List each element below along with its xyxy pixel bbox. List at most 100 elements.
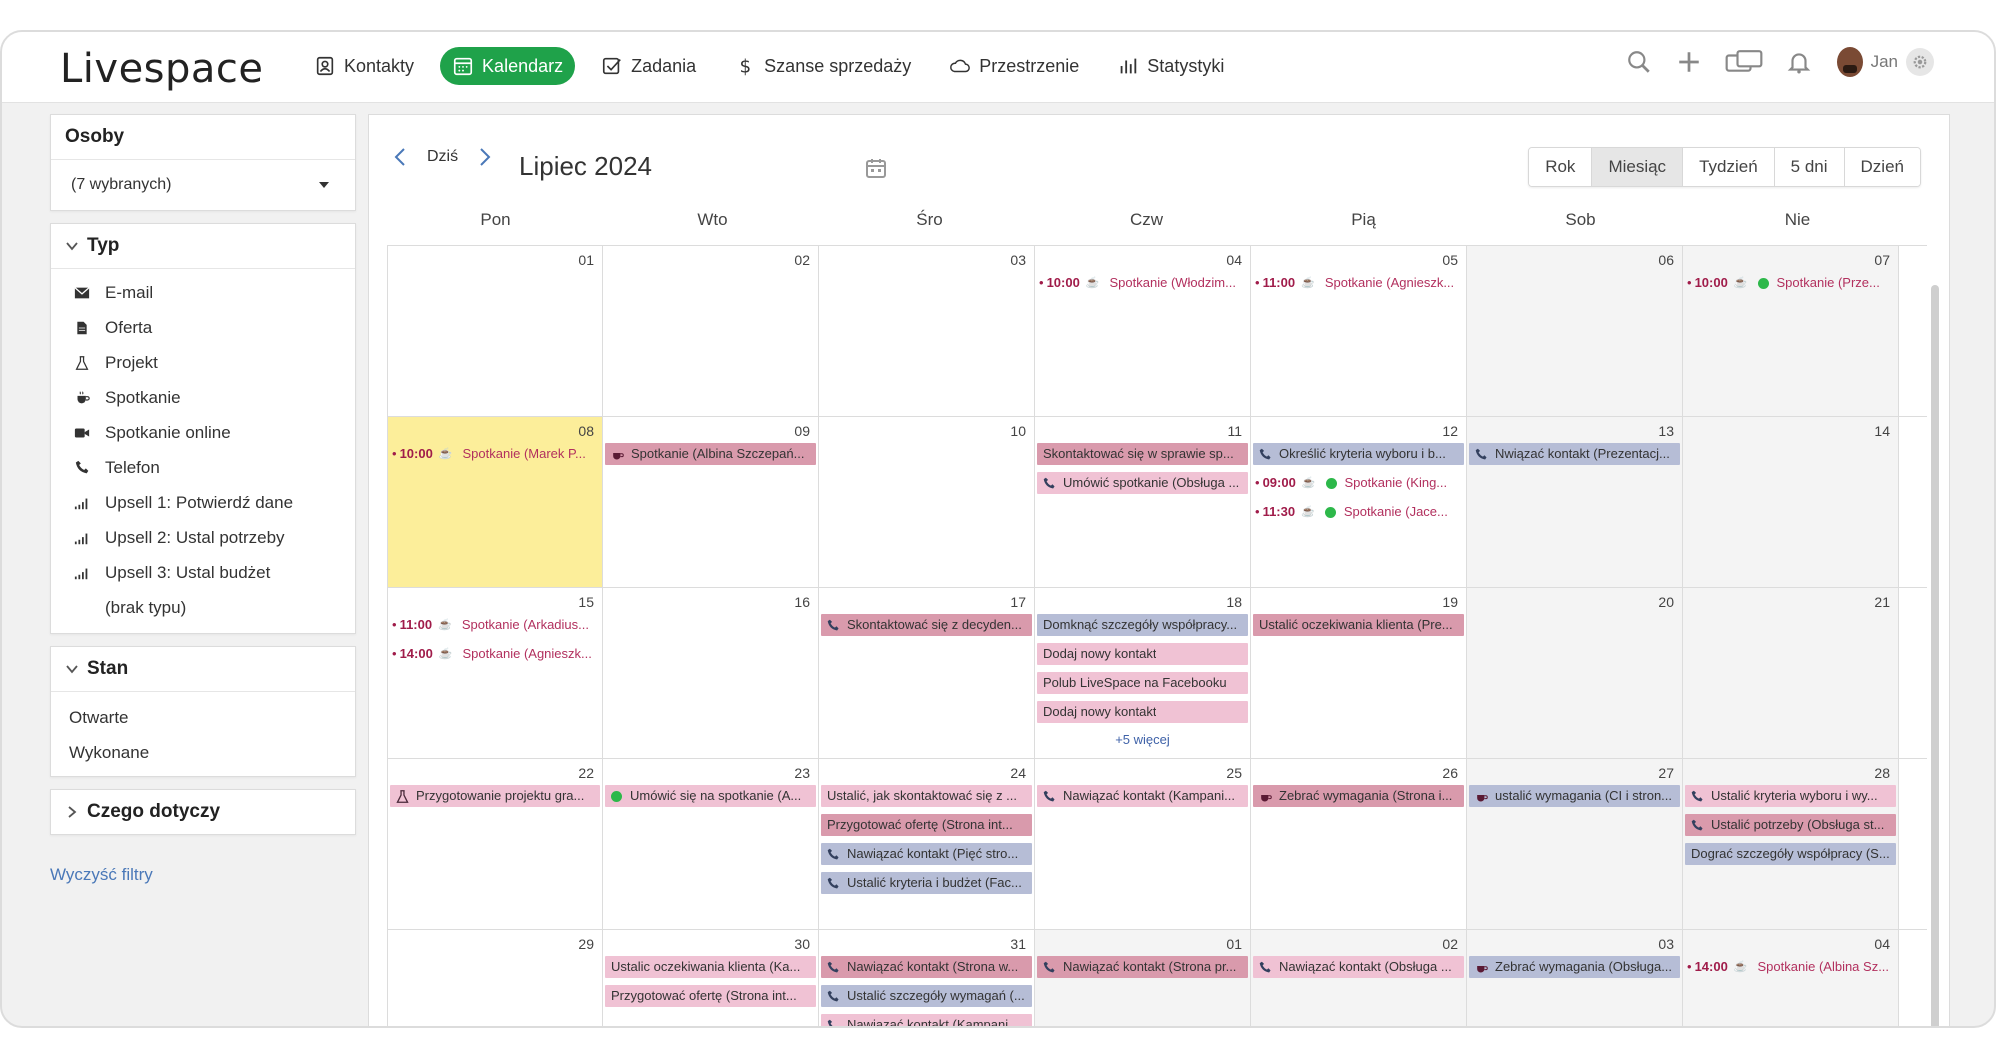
day-number[interactable]: 28 bbox=[1874, 765, 1890, 781]
search-icon[interactable] bbox=[1623, 46, 1655, 78]
day-number[interactable]: 09 bbox=[794, 423, 810, 439]
timed-event[interactable]: • 11:00 ☕ Spotkanie (Agnieszk... bbox=[1253, 272, 1464, 294]
view-button[interactable]: Rok bbox=[1529, 148, 1593, 186]
day-cell[interactable]: 12 Określić kryteria wyboru i b... • 09:00 ☕… bbox=[1251, 417, 1467, 587]
calendar-event[interactable]: Przygotować ofertę (Strona int... bbox=[605, 985, 816, 1007]
day-number[interactable]: 12 bbox=[1442, 423, 1458, 439]
nav-szanse-sprzedaży[interactable]: $ Szanse sprzedaży bbox=[722, 47, 923, 85]
day-number[interactable]: 04 bbox=[1874, 936, 1890, 952]
view-button[interactable]: Dzień bbox=[1844, 148, 1920, 186]
day-cell[interactable]: 13 Nwiązać kontakt (Prezentacj... bbox=[1467, 417, 1683, 587]
view-button[interactable]: 5 dni bbox=[1774, 148, 1845, 186]
type-filter-item[interactable]: Oferta bbox=[51, 310, 355, 345]
day-cell[interactable]: 30 Ustalic oczekiwania klienta (Ka... Przy… bbox=[603, 930, 819, 1026]
plus-icon[interactable] bbox=[1673, 46, 1705, 78]
day-number[interactable]: 10 bbox=[1010, 423, 1026, 439]
brand-logo[interactable]: Livespace bbox=[60, 46, 264, 92]
day-number[interactable]: 07 bbox=[1874, 252, 1890, 268]
day-number[interactable]: 02 bbox=[1442, 936, 1458, 952]
today-button[interactable]: Dziś bbox=[427, 148, 458, 166]
calendar-event[interactable]: Ustalić szczegóły wymagań (... bbox=[821, 985, 1032, 1007]
type-filter-item[interactable]: Upsell 2: Ustal potrzeby bbox=[51, 520, 355, 555]
gear-icon[interactable] bbox=[1906, 48, 1934, 76]
day-cell[interactable]: 08 • 10:00 ☕ Spotkanie (Marek P... bbox=[387, 417, 603, 587]
day-cell[interactable]: 27 ustalić wymagania (CI i stron... bbox=[1467, 759, 1683, 929]
calendar-event[interactable]: Określić kryteria wyboru i b... bbox=[1253, 443, 1464, 465]
calendar-event[interactable]: Nawiązać kontakt (Obsługa ... bbox=[1253, 956, 1464, 978]
calendar-event[interactable]: Spotkanie (Albina Szczepań... bbox=[605, 443, 816, 465]
day-number[interactable]: 20 bbox=[1658, 594, 1674, 610]
day-cell[interactable]: 03 bbox=[819, 246, 1035, 416]
calendar-event[interactable]: Nawiązać kontakt (Kampani... bbox=[1037, 785, 1248, 807]
day-cell[interactable]: 01 Nawiązać kontakt (Strona pr... bbox=[1035, 930, 1251, 1026]
clear-filters-link[interactable]: Wyczyść filtry bbox=[50, 865, 356, 885]
chevron-left-icon[interactable] bbox=[389, 145, 413, 169]
chevron-right-icon[interactable] bbox=[472, 145, 496, 169]
day-number[interactable]: 03 bbox=[1010, 252, 1026, 268]
day-cell[interactable]: 18 Domknąć szczegóły współpracy... Dodaj n… bbox=[1035, 588, 1251, 758]
calendar-event[interactable]: Dograć szczegóły współpracy (S... bbox=[1685, 843, 1896, 865]
calendar-event[interactable]: Nawiązać kontakt (Kampani... bbox=[821, 1014, 1032, 1026]
day-number[interactable]: 25 bbox=[1226, 765, 1242, 781]
type-filter-item[interactable]: (brak typu) bbox=[51, 590, 355, 625]
bell-icon[interactable] bbox=[1783, 46, 1815, 78]
day-number[interactable]: 23 bbox=[794, 765, 810, 781]
osoby-dropdown[interactable]: (7 wybranych) bbox=[51, 160, 355, 210]
more-events-link[interactable]: +5 więcej bbox=[1037, 730, 1248, 750]
state-filter-item[interactable]: Wykonane bbox=[51, 735, 355, 770]
day-number[interactable]: 30 bbox=[794, 936, 810, 952]
day-cell[interactable]: 19 Ustalić oczekiwania klienta (Pre... bbox=[1251, 588, 1467, 758]
nav-kalendarz[interactable]: Kalendarz bbox=[440, 47, 576, 85]
calendar-event[interactable]: Ustalić, jak skontaktować się z ... bbox=[821, 785, 1032, 807]
user-name[interactable]: Jan bbox=[1871, 52, 1898, 72]
day-number[interactable]: 17 bbox=[1010, 594, 1026, 610]
day-number[interactable]: 01 bbox=[578, 252, 594, 268]
day-cell[interactable]: 03 Zebrać wymagania (Obsługa... bbox=[1467, 930, 1683, 1026]
day-cell[interactable]: 16 bbox=[603, 588, 819, 758]
day-cell[interactable]: 05 • 11:00 ☕ Spotkanie (Agnieszk... bbox=[1251, 246, 1467, 416]
day-cell[interactable]: 14 bbox=[1683, 417, 1899, 587]
day-cell[interactable]: 28 Ustalić kryteria wyboru i wy... Ustalić… bbox=[1683, 759, 1899, 929]
calendar-event[interactable]: Zebrać wymagania (Strona i... bbox=[1253, 785, 1464, 807]
calendar-event[interactable]: ustalić wymagania (CI i stron... bbox=[1469, 785, 1680, 807]
calendar-event[interactable]: Nwiązać kontakt (Prezentacj... bbox=[1469, 443, 1680, 465]
czego-header[interactable]: Czego dotyczy bbox=[51, 790, 355, 834]
calendar-event[interactable]: Polub LiveSpace na Facebooku bbox=[1037, 672, 1248, 694]
type-filter-item[interactable]: Telefon bbox=[51, 450, 355, 485]
day-number[interactable]: 04 bbox=[1226, 252, 1242, 268]
day-cell[interactable]: 10 bbox=[819, 417, 1035, 587]
type-filter-item[interactable]: Spotkanie online bbox=[51, 415, 355, 450]
type-filter-item[interactable]: Upsell 3: Ustal budżet bbox=[51, 555, 355, 590]
day-cell[interactable]: 15 • 11:00 ☕ Spotkanie (Arkadius... • 14:00 ☕ Sp… bbox=[387, 588, 603, 758]
calendar-event[interactable]: Umówić się na spotkanie (A... bbox=[605, 785, 816, 807]
day-number[interactable]: 26 bbox=[1442, 765, 1458, 781]
type-filter-item[interactable]: E-mail bbox=[51, 275, 355, 310]
day-cell[interactable]: 07 • 10:00 ☕ Spotkanie (Prze... bbox=[1683, 246, 1899, 416]
type-filter-item[interactable]: Spotkanie bbox=[51, 380, 355, 415]
day-number[interactable]: 29 bbox=[578, 936, 594, 952]
nav-zadania[interactable]: Zadania bbox=[589, 47, 708, 85]
calendar-event[interactable]: Zebrać wymagania (Obsługa... bbox=[1469, 956, 1680, 978]
day-number[interactable]: 02 bbox=[794, 252, 810, 268]
day-cell[interactable]: 24 Ustalić, jak skontaktować się z ... Prz… bbox=[819, 759, 1035, 929]
nav-statystyki[interactable]: Statystyki bbox=[1105, 47, 1236, 85]
stan-header[interactable]: Stan bbox=[51, 647, 355, 692]
view-button[interactable]: Tydzień bbox=[1683, 148, 1775, 186]
calendar-event[interactable]: Ustalić kryteria wyboru i wy... bbox=[1685, 785, 1896, 807]
nav-kontakty[interactable]: Kontakty bbox=[302, 47, 426, 85]
timed-event[interactable]: • 14:00 ☕ Spotkanie (Albina Sz... bbox=[1685, 956, 1896, 978]
day-cell[interactable]: 23 Umówić się na spotkanie (A... bbox=[603, 759, 819, 929]
day-cell[interactable]: 09 Spotkanie (Albina Szczepań... bbox=[603, 417, 819, 587]
day-cell[interactable]: 02 bbox=[603, 246, 819, 416]
day-number[interactable]: 21 bbox=[1874, 594, 1890, 610]
day-number[interactable]: 08 bbox=[578, 423, 594, 439]
chat-icon[interactable] bbox=[1723, 46, 1765, 78]
day-number[interactable]: 05 bbox=[1442, 252, 1458, 268]
day-number[interactable]: 15 bbox=[578, 594, 594, 610]
day-number[interactable]: 27 bbox=[1658, 765, 1674, 781]
calendar-event[interactable]: Skontaktować się z decyden... bbox=[821, 614, 1032, 636]
day-number[interactable]: 01 bbox=[1226, 936, 1242, 952]
day-number[interactable]: 16 bbox=[794, 594, 810, 610]
calendar-event[interactable]: Domknąć szczegóły współpracy... bbox=[1037, 614, 1248, 636]
day-cell[interactable]: 31 Nawiązać kontakt (Strona w... Ustalić s… bbox=[819, 930, 1035, 1026]
